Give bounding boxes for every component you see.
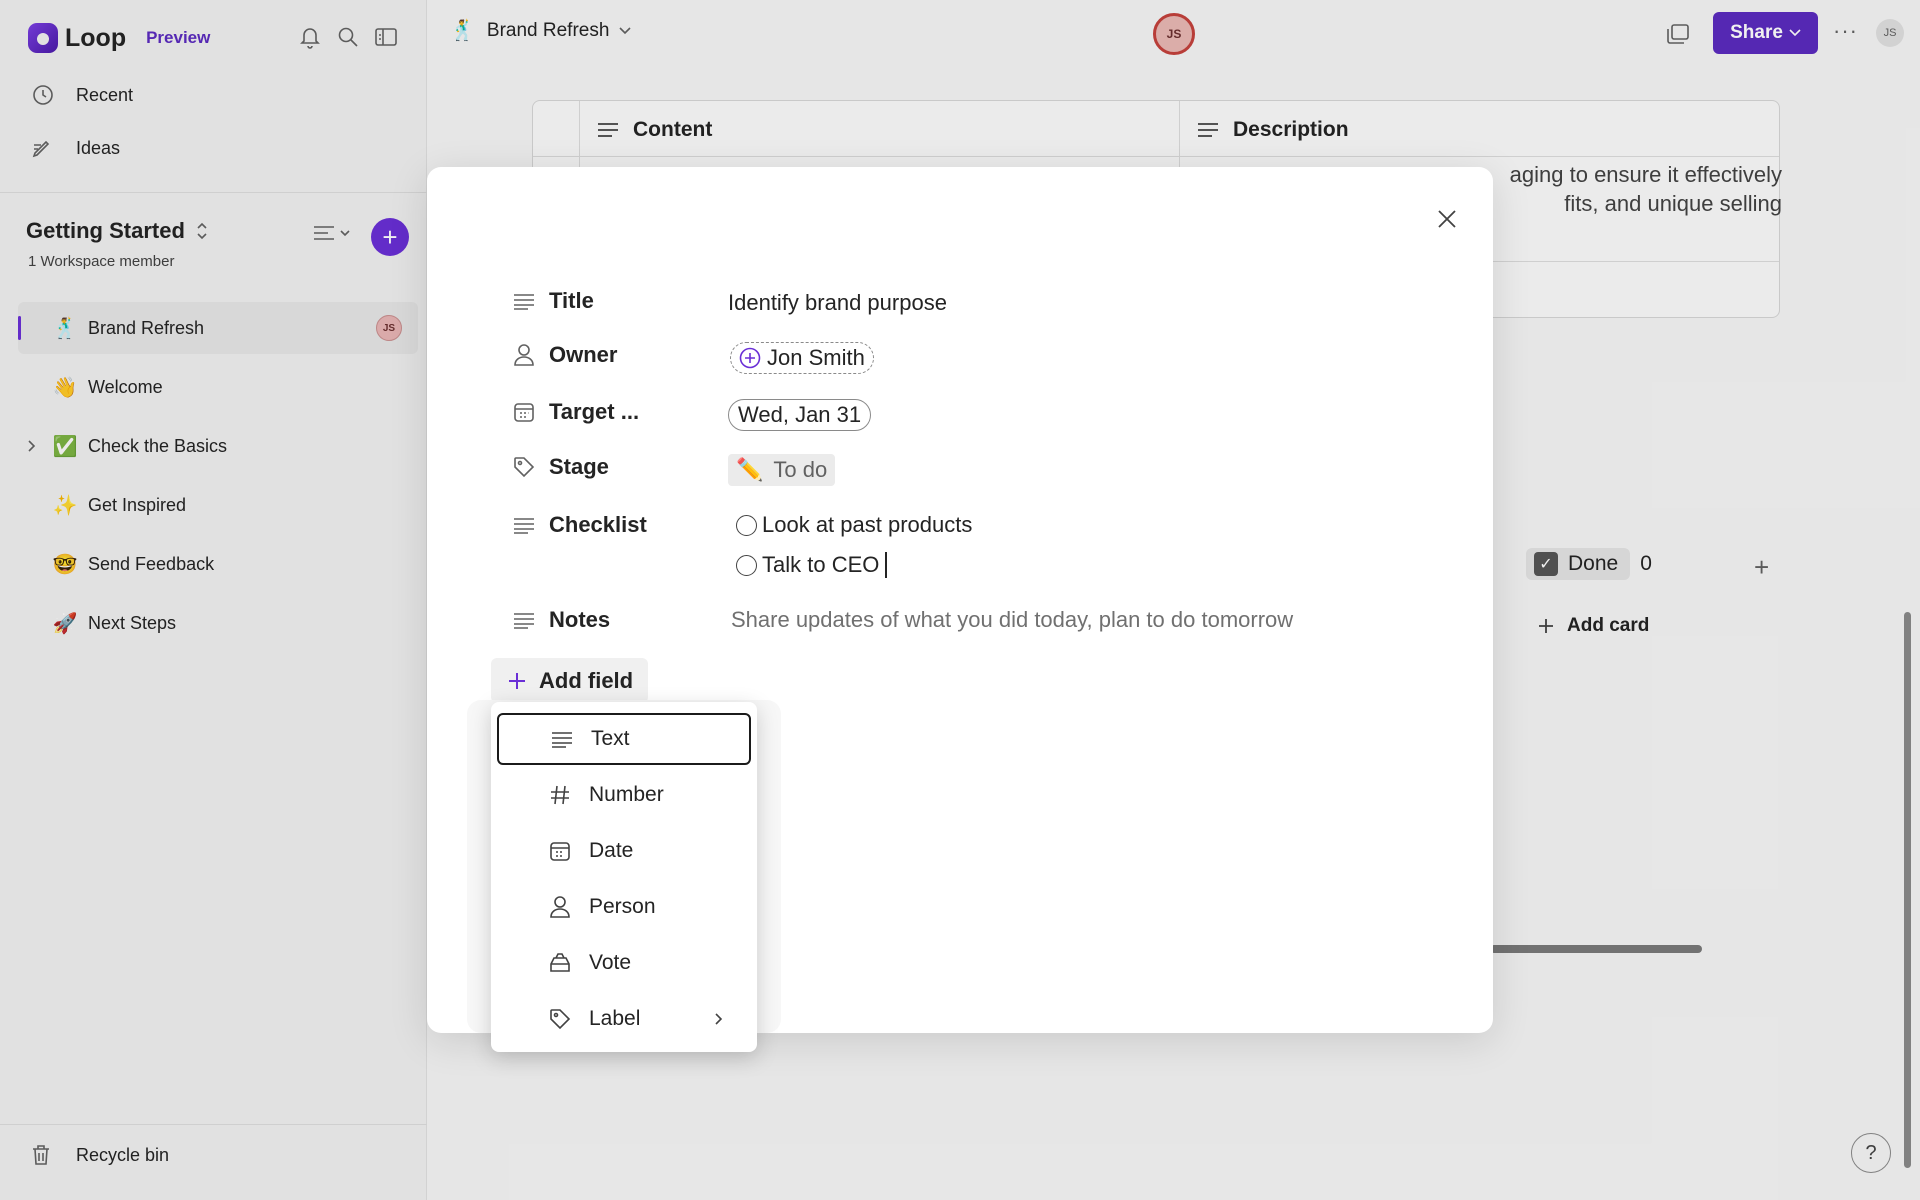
- tag-icon: [547, 1006, 573, 1032]
- field-label-text: Target ...: [549, 399, 640, 424]
- menu-item-number[interactable]: Number: [497, 769, 751, 821]
- menu-item-vote[interactable]: Vote: [497, 937, 751, 989]
- tag-icon: [511, 454, 537, 480]
- menu-item-label-type[interactable]: Label: [497, 993, 751, 1045]
- field-label-notes: Notes: [511, 607, 610, 633]
- owner-name: Jon Smith: [767, 345, 865, 370]
- plus-icon: [507, 671, 527, 691]
- menu-item-label: Number: [589, 783, 664, 806]
- field-label-owner: Owner: [511, 342, 617, 368]
- text-lines-icon: [511, 288, 537, 314]
- field-label-text: Owner: [549, 342, 618, 367]
- checklist-radio[interactable]: [736, 514, 757, 536]
- pencil-icon: ✏️: [736, 457, 764, 482]
- person-icon: [547, 894, 573, 920]
- add-field-label: Add field: [539, 667, 634, 693]
- menu-item-person[interactable]: Person: [497, 881, 751, 933]
- hash-icon: [547, 782, 573, 808]
- add-person-icon: [739, 347, 761, 369]
- checklist-item-text: Talk to CEO: [762, 552, 880, 577]
- menu-item-label: Date: [589, 839, 634, 862]
- field-label-checklist: Checklist: [511, 512, 647, 538]
- field-label-text: Stage: [549, 454, 609, 479]
- field-label-stage: Stage: [511, 454, 609, 480]
- title-field[interactable]: Identify brand purpose: [728, 290, 947, 316]
- target-date-chip[interactable]: Wed, Jan 31: [728, 399, 872, 431]
- menu-item-text[interactable]: Text: [497, 713, 751, 765]
- field-type-menu: Text Number Date Person Vote Label: [491, 702, 757, 1052]
- notes-input[interactable]: Share updates of what you did today, pla…: [731, 607, 1293, 633]
- add-field-button[interactable]: Add field: [491, 658, 648, 703]
- text-cursor: [885, 552, 887, 578]
- field-label-text: Checklist: [549, 512, 647, 537]
- field-label-text: Title: [549, 288, 594, 313]
- checklist-item[interactable]: Look at past products: [736, 512, 972, 538]
- text-lines-icon: [549, 726, 575, 752]
- menu-item-date[interactable]: Date: [497, 825, 751, 877]
- text-lines-icon: [511, 512, 537, 538]
- menu-item-label: Vote: [589, 951, 632, 974]
- stage-label-chip[interactable]: ✏️ To do: [728, 454, 836, 486]
- close-icon[interactable]: [1427, 199, 1467, 239]
- field-label-text: Notes: [549, 607, 611, 632]
- menu-item-label: Text: [591, 727, 630, 750]
- calendar-icon: [511, 399, 537, 425]
- menu-item-label: Label: [589, 1007, 641, 1030]
- checklist-radio[interactable]: [736, 554, 757, 576]
- field-label-title: Title: [511, 288, 594, 314]
- menu-item-label: Person: [589, 895, 656, 918]
- checklist-item-text: Look at past products: [762, 512, 973, 537]
- vote-box-icon: [547, 950, 573, 976]
- calendar-icon: [547, 838, 573, 864]
- checklist-item[interactable]: Talk to CEO: [736, 552, 887, 578]
- text-lines-icon: [511, 607, 537, 633]
- field-label-target: Target ...: [511, 399, 639, 425]
- chevron-right-icon: [713, 1011, 723, 1027]
- owner-person-chip[interactable]: Jon Smith: [730, 342, 874, 374]
- person-icon: [511, 342, 537, 368]
- stage-value: To do: [773, 457, 828, 482]
